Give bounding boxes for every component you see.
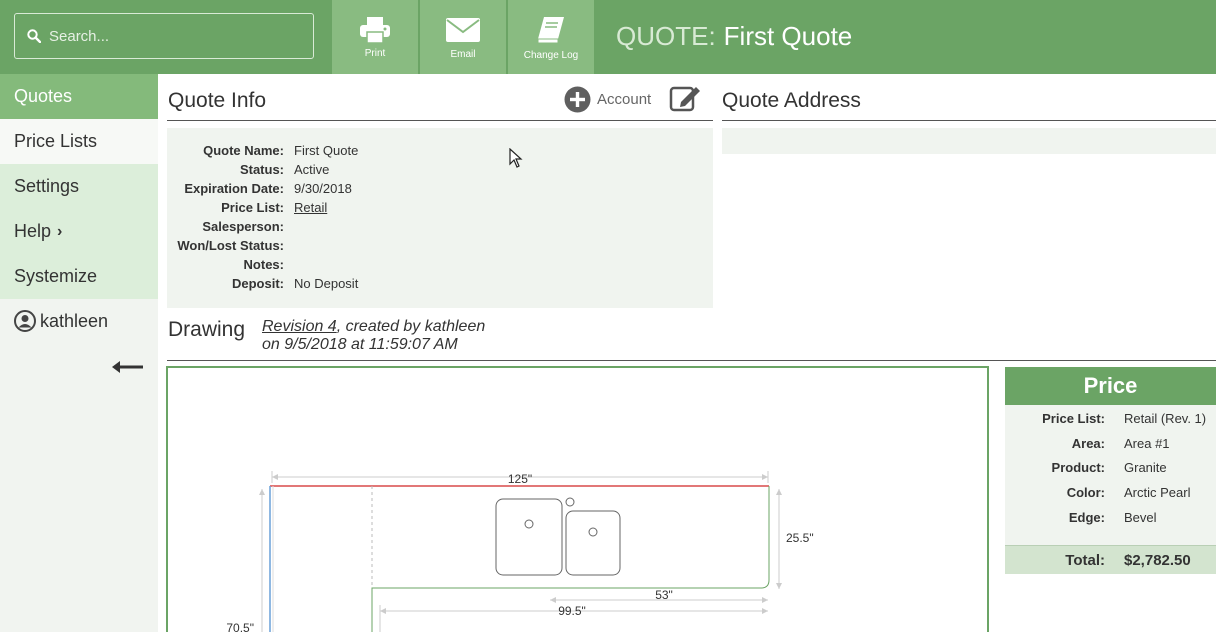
user-menu[interactable]: kathleen: [14, 310, 108, 332]
change-log-button[interactable]: Change Log: [508, 0, 594, 74]
printer-icon: [360, 17, 390, 43]
email-button[interactable]: Email: [420, 0, 506, 74]
drawing-canvas[interactable]: 125" 70.5" 25.5" 53" 99.5": [166, 366, 989, 632]
plus-circle-icon: [564, 86, 591, 113]
drawing-revision-info: Revision 4, created by kathleen on 9/5/2…: [262, 318, 485, 354]
info-label: Salesperson:: [202, 219, 284, 234]
sidebar-item-label: Quotes: [14, 86, 73, 106]
sink-left: [495, 498, 563, 576]
page-title-text: First Quote: [723, 21, 853, 51]
book-icon: [537, 17, 564, 44]
dimension-inner: 53": [655, 588, 673, 602]
revision-created-on: on 9/5/2018 at 11:59:07 AM: [262, 336, 458, 353]
sidebar-item-systemize[interactable]: Systemize: [0, 254, 158, 299]
drawing-title: Drawing: [168, 318, 246, 341]
info-label: Deposit:: [232, 276, 284, 291]
quote-info-title: Quote Info: [168, 89, 267, 112]
envelope-icon: [446, 18, 480, 42]
total-label: Total:: [1065, 552, 1105, 569]
top-bar: Print Email Change Log QUOTE:First Quote: [0, 0, 1216, 74]
info-row-price-list: Price List: Retail: [167, 200, 713, 219]
drawing-divider: [167, 360, 1216, 361]
account-label: Account: [597, 91, 652, 108]
price-value: Bevel: [1124, 510, 1157, 525]
info-label: Notes:: [243, 257, 284, 272]
dimension-bottom: 99.5": [558, 604, 586, 618]
sidebar-item-settings[interactable]: Settings: [0, 164, 158, 209]
price-value: Retail (Rev. 1): [1124, 411, 1207, 426]
price-label: Product:: [1051, 460, 1105, 475]
page-title-prefix: QUOTE:: [616, 21, 716, 51]
change-log-label: Change Log: [523, 50, 579, 61]
quote-info-divider: [167, 120, 713, 121]
sidebar-item-price-lists[interactable]: Price Lists: [0, 119, 158, 164]
sidebar-item-label: Systemize: [14, 266, 98, 286]
info-value: 9/30/2018: [294, 181, 352, 196]
sidebar-item-quotes[interactable]: Quotes: [0, 74, 158, 119]
info-row-won-lost-status: Won/Lost Status:: [167, 238, 713, 257]
email-label: Email: [450, 49, 476, 60]
quote-address-divider: [722, 120, 1216, 121]
search-input[interactable]: [49, 27, 299, 45]
user-name: kathleen: [40, 310, 109, 331]
info-label: Status:: [239, 162, 284, 177]
sidebar-item-label: Help: [14, 221, 52, 241]
price-value: Area #1: [1124, 436, 1170, 451]
dimension-left: 70.5": [226, 621, 254, 632]
dimension-top: 125": [508, 472, 532, 486]
price-label: Price List:: [1042, 411, 1105, 426]
arrow-left-icon[interactable]: [112, 361, 144, 373]
sidebar-item-label: Settings: [14, 176, 80, 196]
sidebar-item-help[interactable]: Help ›: [0, 209, 158, 254]
sidebar-item-label: Price Lists: [14, 131, 98, 151]
sink-right: [565, 510, 621, 576]
info-row-quote-name: Quote Name: First Quote: [167, 143, 713, 162]
info-row-deposit: Deposit: No Deposit: [167, 276, 713, 295]
info-label: Expiration Date:: [184, 181, 284, 196]
countertop-drawing: 125" 70.5" 25.5" 53" 99.5": [226, 471, 814, 632]
print-button[interactable]: Print: [332, 0, 418, 74]
price-label: Color:: [1066, 485, 1105, 500]
page-title: QUOTE: First Quote: [616, 21, 852, 52]
price-total-row: Total: $2,782.50: [1005, 545, 1216, 574]
search-icon: [27, 29, 41, 43]
chevron-right-icon: ›: [57, 222, 63, 240]
info-value: No Deposit: [294, 276, 359, 291]
add-account-button[interactable]: Account: [564, 86, 651, 113]
total-value: $2,782.50: [1124, 552, 1191, 569]
info-row-expiration-date: Expiration Date: 9/30/2018: [167, 181, 713, 200]
sidebar: Quotes Price Lists Settings Help › Syste…: [0, 74, 158, 632]
price-list-link[interactable]: Retail: [294, 200, 327, 215]
faucet-hole: [565, 497, 575, 507]
info-row-status: Status: Active: [167, 162, 713, 181]
price-panel: Price Price List: Retail (Rev. 1) Area: …: [1005, 367, 1216, 574]
revision-link[interactable]: Revision 4: [262, 318, 337, 335]
quote-info-panel: Quote Name: First Quote Status: Active E…: [167, 128, 713, 308]
print-label: Print: [364, 48, 386, 59]
info-label: Won/Lost Status:: [177, 238, 284, 253]
revision-created-by: , created by kathleen: [336, 318, 486, 335]
info-row-notes: Notes:: [167, 257, 713, 276]
price-label: Area:: [1071, 436, 1105, 451]
edit-icon[interactable]: [669, 84, 703, 112]
info-label: Quote Name:: [203, 143, 284, 158]
dimension-right: 25.5": [786, 531, 814, 545]
user-avatar-icon: [14, 310, 36, 332]
price-value: Arctic Pearl: [1124, 485, 1191, 500]
info-row-salesperson: Salesperson:: [167, 219, 713, 238]
quote-address-panel: [722, 128, 1216, 154]
info-label: Price List:: [221, 200, 284, 215]
info-value: Active: [294, 162, 330, 177]
price-title: Price: [1005, 367, 1216, 405]
info-value: First Quote: [294, 143, 359, 158]
price-label: Edge:: [1068, 510, 1105, 525]
search-box[interactable]: [14, 13, 314, 59]
price-value: Granite: [1124, 460, 1167, 475]
quote-address-title: Quote Address: [722, 89, 861, 112]
mouse-cursor-icon: [509, 148, 523, 168]
